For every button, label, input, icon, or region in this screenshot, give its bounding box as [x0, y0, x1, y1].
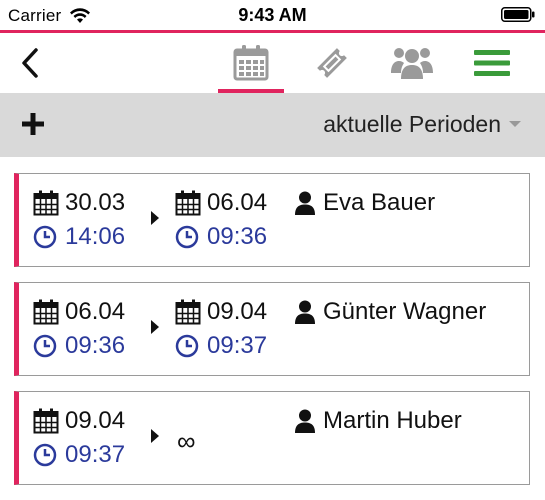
tab-menu[interactable]: [460, 33, 524, 93]
person: Eva Bauer: [295, 188, 435, 218]
battery-icon: [501, 7, 535, 22]
clock-icon: [33, 334, 57, 358]
ticket-icon: [317, 48, 347, 78]
start-date: 06.04: [33, 297, 125, 327]
end-time-value: 09:37: [207, 332, 268, 359]
tab-group[interactable]: [380, 33, 444, 93]
start-date-value: 30.03: [65, 189, 126, 216]
start-time-value: 09:37: [65, 441, 126, 468]
user-icon: [295, 300, 315, 324]
end-time-value: 09:36: [207, 223, 268, 250]
arrow-right-icon: [151, 211, 159, 225]
list-item[interactable]: 06.04 09:36 09.04 09:37 Günter Wagner: [14, 282, 530, 376]
calendar-icon: [233, 45, 269, 81]
start-time: 09:36: [33, 331, 125, 361]
status-bar: Carrier 9:43 AM: [0, 0, 545, 30]
list-item[interactable]: 09.04 09:37 ∞ Martin Huber: [14, 391, 530, 485]
chevron-left-icon: [22, 48, 38, 78]
calendar-icon: [33, 299, 59, 325]
person-name: Martin Huber: [323, 407, 462, 434]
start-date: 09.04: [33, 406, 125, 436]
calendar-icon: [33, 190, 59, 216]
start-time-value: 09:36: [65, 332, 126, 359]
end-time: 09:36: [175, 222, 267, 252]
period-filter-label: aktuelle Perioden: [323, 110, 501, 137]
start-date-value: 06.04: [65, 298, 126, 325]
status-time: 9:43 AM: [238, 5, 307, 25]
clock-icon: [33, 443, 57, 467]
start-date: 30.03: [33, 188, 125, 218]
tab-calendar[interactable]: [218, 33, 284, 93]
tab-ticket[interactable]: [300, 33, 364, 93]
chevron-down-icon: [509, 121, 521, 127]
person-name: Eva Bauer: [323, 189, 436, 216]
clock-icon: [175, 225, 199, 249]
person-name: Günter Wagner: [323, 298, 487, 325]
end-date: 06.04: [175, 188, 267, 218]
menu-icon: [474, 50, 510, 76]
calendar-icon: [175, 190, 201, 216]
open-end-symbol: ∞: [177, 426, 196, 456]
end-time: 09:37: [175, 331, 267, 361]
start-date-value: 09.04: [65, 407, 126, 434]
toolbar: aktuelle Perioden: [0, 93, 545, 157]
end-date-value: 09.04: [207, 298, 268, 325]
period-list: 30.03 14:06 06.04 09:36 Eva Bauer 06.04 …: [14, 173, 530, 500]
start-time-value: 14:06: [65, 223, 126, 250]
user-icon: [295, 191, 315, 215]
nav-bar: [0, 33, 545, 93]
add-button[interactable]: [18, 109, 48, 139]
calendar-icon: [33, 408, 59, 434]
person: Günter Wagner: [295, 297, 486, 327]
user-icon: [295, 409, 315, 433]
start-time: 14:06: [33, 222, 125, 252]
end-date: 09.04: [175, 297, 267, 327]
group-icon: [391, 48, 433, 79]
person: Martin Huber: [295, 406, 462, 436]
back-button[interactable]: [12, 43, 48, 83]
arrow-right-icon: [151, 429, 159, 443]
start-time: 09:37: [33, 440, 125, 470]
period-filter-dropdown[interactable]: aktuelle Perioden: [323, 109, 521, 139]
calendar-icon: [175, 299, 201, 325]
plus-icon: [22, 113, 44, 135]
end-date-value: 06.04: [207, 189, 268, 216]
clock-icon: [33, 225, 57, 249]
list-item[interactable]: 30.03 14:06 06.04 09:36 Eva Bauer: [14, 173, 530, 267]
clock-icon: [175, 334, 199, 358]
arrow-right-icon: [151, 320, 159, 334]
